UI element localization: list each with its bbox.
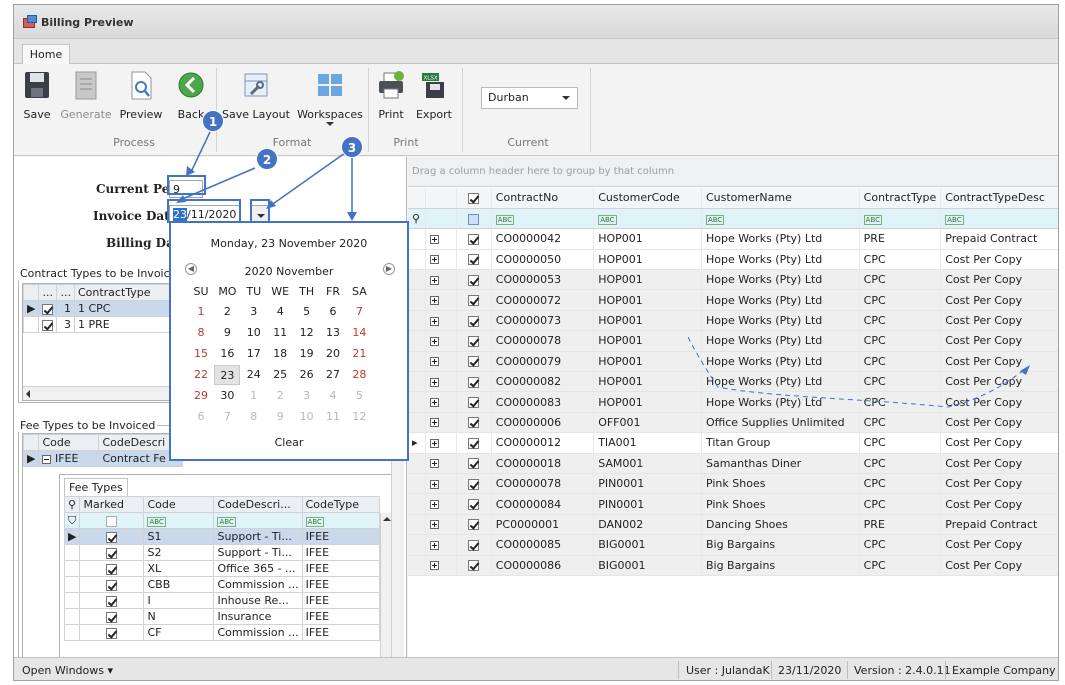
callout-badge-1: 1 [202,110,224,132]
callout-badge-2: 2 [256,148,278,170]
callout-badge-3: 3 [341,136,363,158]
callout-arrows [176,131,357,221]
